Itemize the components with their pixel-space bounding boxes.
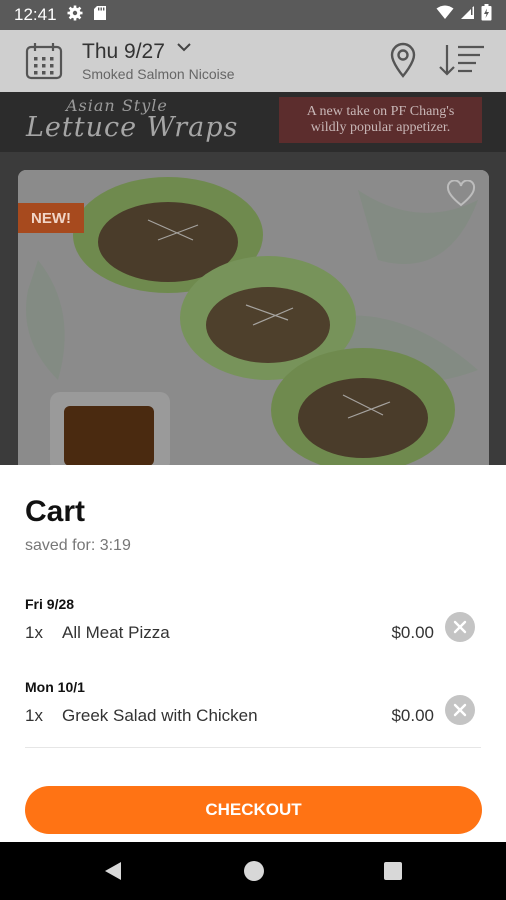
cart-saved-timer: saved for: 3:19 [25,537,131,554]
cart-group-date: Fri 9/28 [25,596,75,612]
calendar-icon[interactable] [24,41,64,86]
battery-icon [481,4,492,26]
divider [25,747,481,748]
checkout-button[interactable]: CHECKOUT [25,786,482,834]
settings-icon [67,5,83,26]
cart-title: Cart [25,495,86,528]
cart-item-price: $0.00 [391,706,434,725]
food-photo [18,170,489,465]
system-nav-bar [0,842,506,900]
cart-item-qty: 1x [25,706,43,725]
menu-item-subtitle: Smoked Salmon Nicoise [82,66,235,82]
featured-item-card[interactable]: NEW! [18,170,489,465]
cart-sheet: Cart saved for: 3:19 Fri 9/28 1x All Mea… [0,465,506,842]
signal-icon [460,5,475,25]
location-pin-icon[interactable] [389,42,417,83]
heart-icon[interactable] [446,179,476,212]
remove-item-button[interactable] [445,695,475,725]
banner-tagline: A new take on PF Chang's wildly popular … [279,97,482,143]
banner-tagline-line2: wildly popular appetizer. [310,120,451,135]
new-badge: NEW! [18,203,84,233]
back-icon[interactable] [103,861,123,886]
date-selector[interactable]: Thu 9/27 [82,40,165,64]
status-bar: 12:41 [0,0,506,30]
banner-tagline-line1: A new take on PF Chang's [306,104,455,119]
cart-item-name: Greek Salad with Chicken [62,706,258,725]
cart-item-name: All Meat Pizza [62,623,170,642]
status-time: 12:41 [14,5,57,24]
cart-item-qty: 1x [25,623,43,642]
cart-item-price: $0.00 [391,623,434,642]
home-icon[interactable] [244,861,264,881]
wifi-icon [436,5,454,25]
sd-card-icon [93,5,107,26]
close-icon [453,620,467,634]
sort-icon[interactable] [436,42,486,83]
close-icon [453,703,467,717]
chevron-down-icon[interactable] [176,40,192,58]
app-header: Thu 9/27 Smoked Salmon Nicoise [0,30,506,92]
cart-group-date: Mon 10/1 [25,679,85,695]
banner-title: Lettuce Wraps [26,112,239,143]
remove-item-button[interactable] [445,612,475,642]
recents-icon[interactable] [384,862,402,880]
